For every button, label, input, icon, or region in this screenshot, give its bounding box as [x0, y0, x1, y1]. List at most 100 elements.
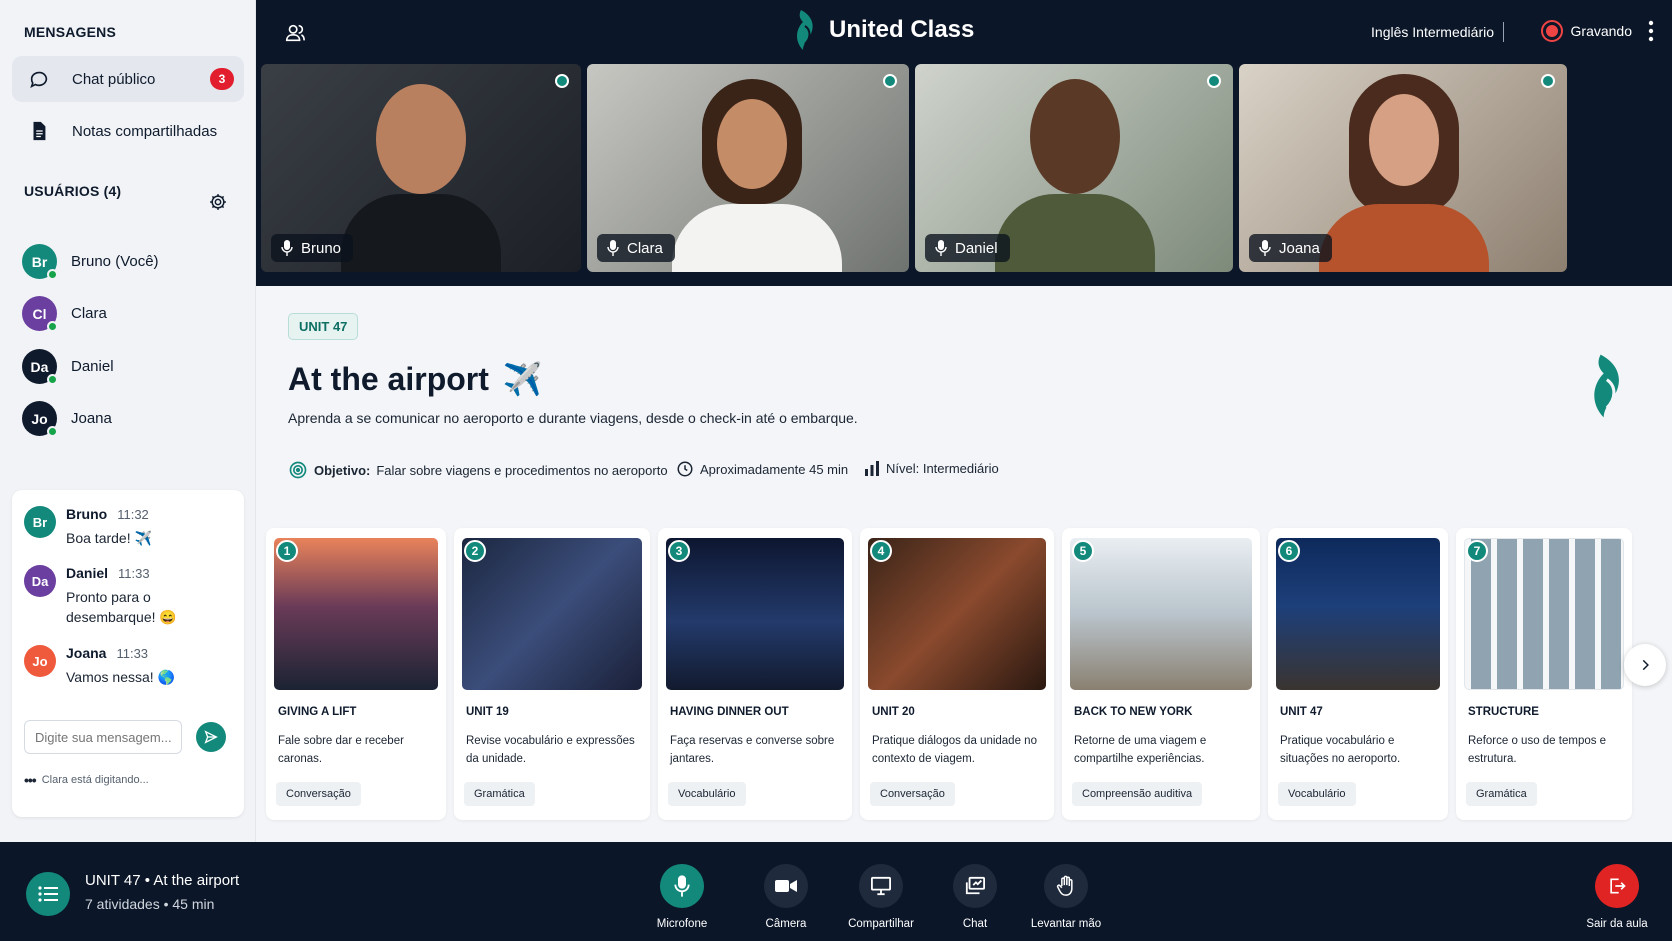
nav-shared-notes[interactable]: Notas compartilhadas	[12, 108, 244, 154]
participant-video	[376, 84, 466, 194]
gear-icon[interactable]	[208, 192, 228, 212]
activity-description: Pratique vocabulário e situações no aero…	[1280, 735, 1401, 765]
activity-description: Retorne de uma viagem e compartilhe expe…	[1074, 735, 1207, 765]
chat-label: Chat	[962, 918, 988, 930]
raise-hand-button[interactable]: Levantar mão	[1011, 864, 1121, 930]
participant-video	[1030, 79, 1120, 194]
nav-public-chat[interactable]: Chat público 3	[12, 56, 244, 102]
user-name: Bruno (Você)	[71, 253, 159, 270]
activity-number: 1	[276, 540, 298, 562]
user-item-joana[interactable]: Jo Joana	[22, 401, 112, 437]
lesson-panel: UNIT 47 At the airport ✈️ Aprenda a se co…	[256, 286, 1672, 842]
video-tile-bruno[interactable]: Bruno	[261, 64, 581, 272]
microphone-icon	[674, 875, 690, 897]
activity-number: 2	[464, 540, 486, 562]
lesson-description: Aprenda a se comunicar no aeroporto e du…	[288, 410, 858, 426]
activity-thumbnail	[274, 538, 438, 690]
chat-message: Da Daniel 11:33 Pronto para o desembarque…	[24, 565, 186, 627]
more-options-icon[interactable]	[1648, 20, 1654, 42]
name-chip: Clara	[597, 234, 675, 262]
brand-logo: United Class	[793, 8, 974, 52]
chat-panel: Br Bruno 11:32 Boa tarde! ✈️ Da Daniel 11:…	[12, 490, 244, 817]
typing-indicator: ••• Clara está digitando...	[24, 772, 149, 788]
active-status-icon	[555, 74, 569, 88]
airplane-icon: ✈️	[502, 361, 543, 397]
activity-description: Revise vocabulário e expressões da unida…	[466, 735, 635, 765]
video-camera-icon	[775, 880, 797, 892]
activity-title: BACK TO NEW YORK	[1074, 706, 1193, 718]
user-name: Daniel	[71, 358, 114, 375]
activity-title: UNIT 47	[1280, 706, 1323, 718]
message-text: Boa tarde! ✈️	[66, 530, 152, 546]
share-label: Compartilhar	[848, 918, 914, 930]
send-button[interactable]	[196, 722, 226, 752]
video-tile-daniel[interactable]: Daniel	[915, 64, 1233, 272]
microphone-button[interactable]: Microfone	[627, 864, 737, 930]
chat-message: Jo Joana 11:33 Vamos nessa! 🌎	[24, 645, 175, 687]
user-item-clara[interactable]: Cl Clara	[22, 296, 107, 332]
online-indicator	[47, 321, 58, 332]
message-text: Pronto para o desembarque! 😄	[66, 589, 177, 625]
recording-label: Gravando	[1570, 23, 1632, 39]
leave-label: Sair da aula	[1586, 918, 1648, 930]
online-indicator	[47, 269, 58, 280]
users-section-title: USUÁRIOS (4)	[24, 183, 122, 199]
message-author: Joana	[66, 645, 107, 661]
unread-badge: 3	[210, 68, 234, 90]
message-text: Vamos nessa! 🌎	[66, 669, 175, 685]
user-name: Joana	[71, 410, 112, 427]
activity-tag: Gramática	[1466, 782, 1537, 806]
activity-tag: Vocabulário	[1278, 782, 1356, 806]
activity-tag: Conversação	[870, 782, 955, 806]
message-time: 11:33	[116, 646, 149, 661]
clock-icon	[677, 461, 693, 477]
nav-public-chat-label: Chat público	[72, 70, 156, 88]
level-bars-icon	[865, 461, 879, 476]
user-name: Clara	[71, 305, 107, 322]
activity-title: UNIT 19	[466, 706, 509, 718]
activity-card[interactable]: 3 HAVING DINNER OUT Faça reservas e conv…	[658, 528, 852, 820]
send-icon	[204, 730, 218, 744]
message-time: 11:32	[117, 507, 149, 522]
online-indicator	[47, 426, 58, 437]
microphone-icon	[935, 240, 947, 256]
microphone-label: Microfone	[656, 918, 708, 930]
unit-tag: UNIT 47	[288, 313, 359, 340]
chat-bubble-icon	[30, 71, 48, 88]
activity-number: 6	[1278, 540, 1300, 562]
course-name: Inglês Intermediário	[1371, 24, 1494, 40]
chat-message-input[interactable]	[24, 720, 182, 754]
sidebar: MENSAGENS Chat público 3 Notas compartil…	[0, 0, 256, 842]
activity-card[interactable]: 6 UNIT 47 Pratique vocabulário e situaçõ…	[1268, 528, 1448, 820]
user-item-bruno[interactable]: Br Bruno (Você)	[22, 244, 159, 280]
chat-window-icon	[965, 876, 985, 895]
camera-button[interactable]: Câmera	[731, 864, 841, 930]
online-indicator	[47, 374, 58, 385]
video-tile-clara[interactable]: Clara	[587, 64, 909, 272]
leave-class-button[interactable]: Sair da aula	[1562, 864, 1672, 930]
activity-title: UNIT 20	[872, 706, 915, 718]
chat-message: Br Bruno 11:32 Boa tarde! ✈️	[24, 506, 152, 548]
activity-card[interactable]: 4 UNIT 20 Pratique diálogos da unidade n…	[860, 528, 1054, 820]
activity-card[interactable]: 5 BACK TO NEW YORK Retorne de uma viagem…	[1062, 528, 1260, 820]
lesson-duration: Aproximadamente 45 min	[676, 460, 848, 478]
activity-card[interactable]: 1 GIVING A LIFT Fale sobre dar e receber…	[266, 528, 446, 820]
typing-dots-icon: •••	[24, 772, 37, 788]
activity-number: 3	[668, 540, 690, 562]
activity-number: 4	[870, 540, 892, 562]
user-item-daniel[interactable]: Da Daniel	[22, 349, 114, 385]
current-lesson-title: UNIT 47 • At the airport	[85, 872, 240, 889]
avatar: Da	[24, 565, 56, 597]
current-lesson-info: 7 atividades • 45 min	[85, 896, 215, 912]
activity-title: HAVING DINNER OUT	[670, 706, 789, 718]
activities-menu-button[interactable]	[26, 872, 70, 916]
activity-description: Fale sobre dar e receber caronas.	[278, 735, 404, 765]
activity-card[interactable]: 7 STRUCTURE Reforce o uso de tempos e es…	[1456, 528, 1632, 820]
activity-card[interactable]: 2 UNIT 19 Revise vocabulário e expressõe…	[454, 528, 650, 820]
activity-thumbnail	[1464, 538, 1624, 690]
messages-section-title: MENSAGENS	[24, 24, 117, 40]
participants-icon[interactable]	[284, 22, 306, 44]
carousel-next-button[interactable]	[1624, 644, 1666, 686]
video-tile-joana[interactable]: Joana	[1239, 64, 1567, 272]
avatar: Jo	[22, 401, 58, 437]
